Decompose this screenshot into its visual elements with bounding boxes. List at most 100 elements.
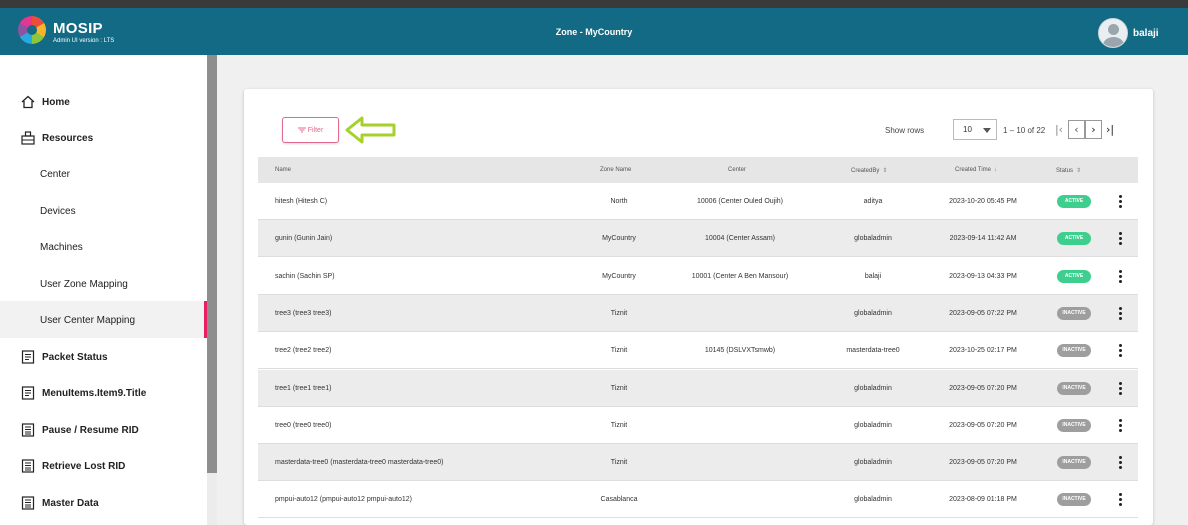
cell-name: pmpui-auto12 (pmpui-auto12 pmpui-auto12) <box>275 496 412 504</box>
sidebar-item-packet-status[interactable]: Packet Status <box>0 338 207 375</box>
master-data-icon <box>21 496 35 510</box>
sidebar-item-retrieve-lost-rid[interactable]: Retrieve Lost RID <box>0 447 207 484</box>
sidebar-scrollbar-thumb[interactable] <box>207 55 217 473</box>
more-options-icon[interactable] <box>1117 306 1123 321</box>
status-badge: ACTIVE <box>1057 232 1091 246</box>
column-header-label: Created Time <box>955 167 992 173</box>
table-row[interactable]: tree2 (tree2 tree2) Tiznit 10145 (DSLVXTsm… <box>258 332 1138 370</box>
sidebar-item-machines[interactable]: Machines <box>0 228 207 265</box>
page-title: Zone - MyCountry <box>555 27 633 37</box>
more-options-icon[interactable] <box>1117 232 1123 246</box>
sidebar-item-label: Home <box>42 97 70 108</box>
cell-zone-name: Tiznit <box>610 384 628 392</box>
sidebar-item-devices[interactable]: Devices <box>0 192 207 229</box>
cell-created-by: aditya <box>863 198 883 205</box>
cell-created-by: globaladmin <box>854 496 892 504</box>
user-avatar[interactable] <box>1098 18 1128 48</box>
rows-per-page-select[interactable]: 10 <box>953 119 997 140</box>
status-badge: ACTIVE <box>1057 195 1091 208</box>
cell-zone-name: MyCountry <box>602 235 636 243</box>
sidebar-item-label: Packet Status <box>42 352 108 363</box>
column-header-created-by[interactable]: CreatedBy ⇕ <box>851 167 887 174</box>
cell-center: 10004 (Center Assam) <box>704 235 776 243</box>
cell-created-time: 2023-09-14 11:42 AM <box>949 235 1017 243</box>
more-options-icon[interactable] <box>1117 344 1123 358</box>
last-page-icon[interactable]: ›| <box>1103 120 1117 139</box>
menu-item-icon <box>21 386 35 400</box>
cell-name: sachin (Sachin SP) <box>275 272 335 280</box>
cell-zone-name: MyCountry <box>602 272 636 280</box>
more-options-icon[interactable] <box>1117 456 1123 470</box>
annotation-arrow-icon <box>345 116 396 144</box>
table-row[interactable]: sachin (Sachin SP) MyCountry 10001 (Center… <box>258 257 1138 295</box>
cell-created-by: globaladmin <box>854 309 892 317</box>
sidebar-item-pause-resume-rid[interactable]: Pause / Resume RID <box>0 411 207 448</box>
sidebar-item-label: Devices <box>40 206 76 217</box>
table-row[interactable]: tree3 (tree3 tree3) Tiznit globaladmin 2023… <box>258 294 1138 332</box>
column-header-zone-name[interactable]: Zone Name <box>600 167 631 173</box>
more-options-icon[interactable] <box>1117 493 1123 507</box>
more-options-icon[interactable] <box>1117 418 1123 433</box>
username[interactable]: balaji <box>1133 28 1159 39</box>
table-row[interactable]: hitesh (Hitesh C) North 10006 (Center Oule… <box>258 183 1138 220</box>
cell-created-by: globaladmin <box>854 384 892 392</box>
cell-created-time: 2023-08-09 01:18 PM <box>949 496 1017 504</box>
cell-zone-name: Tiznit <box>610 309 628 317</box>
cell-name: tree0 (tree0 tree0) <box>275 421 332 429</box>
filter-button[interactable]: Filter <box>282 117 339 143</box>
show-rows-label: Show rows <box>885 126 925 135</box>
cell-created-by: masterdata-tree0 <box>846 347 900 355</box>
first-page-icon[interactable]: |‹ <box>1053 120 1065 139</box>
sidebar-item-master-data[interactable]: Master Data <box>0 484 207 521</box>
cell-zone-name: Tiznit <box>610 347 628 355</box>
sidebar-item-label: Master Data <box>42 498 99 509</box>
more-options-icon[interactable] <box>1117 195 1123 209</box>
sidebar-item-label: User Zone Mapping <box>40 279 128 290</box>
cell-name: gunin (Gunin Jain) <box>275 235 333 243</box>
cell-zone-name: Tiznit <box>610 459 628 467</box>
table-row[interactable]: tree1 (tree1 tree1) Tiznit globaladmin 2023… <box>258 369 1138 407</box>
table-row[interactable]: pmpui-auto12 (pmpui-auto12 pmpui-auto12)… <box>258 481 1138 519</box>
column-header-created-time[interactable]: Created Time ↓ <box>955 167 997 173</box>
cell-created-time: 2023-09-13 04:33 PM <box>949 272 1017 280</box>
cell-created-time: 2023-09-05 07:22 PM <box>949 309 1017 317</box>
pause-resume-icon <box>21 423 35 437</box>
more-options-icon[interactable] <box>1117 269 1123 284</box>
sidebar-item-user-center-mapping[interactable]: User Center Mapping <box>0 301 207 338</box>
cell-center: 10006 (Center Ouled Oujih) <box>697 198 783 205</box>
sidebar-item-resources[interactable]: Resources <box>0 119 207 156</box>
cell-center: 10145 (DSLVXTsmwb) <box>704 347 776 355</box>
table-row[interactable]: gunin (Gunin Jain) MyCountry 10004 (Center… <box>258 220 1138 258</box>
sidebar-item-home[interactable]: Home <box>0 83 207 120</box>
packet-status-icon <box>21 350 35 364</box>
sidebar-item-label: Retrieve Lost RID <box>42 461 126 472</box>
status-badge: INACTIVE <box>1057 493 1091 507</box>
cell-created-time: 2023-09-05 07:20 PM <box>949 384 1017 392</box>
sidebar-item-user-zone-mapping[interactable]: User Zone Mapping <box>0 265 207 302</box>
cell-zone-name: Casablanca <box>600 496 638 504</box>
next-page-icon[interactable]: › <box>1085 120 1102 139</box>
table-row[interactable]: tree0 (tree0 tree0) Tiznit globaladmin 2023… <box>258 406 1138 444</box>
sidebar-item-menuitems-item9[interactable]: MenuItems.Item9.Title <box>0 374 207 411</box>
status-badge: INACTIVE <box>1057 381 1091 395</box>
top-strip <box>0 0 1188 8</box>
column-header-name[interactable]: Name <box>275 167 291 173</box>
status-badge: ACTIVE <box>1057 269 1091 283</box>
retrieve-rid-icon <box>21 459 35 473</box>
status-badge: INACTIVE <box>1057 344 1091 358</box>
sort-desc-icon[interactable]: ↓ <box>994 167 997 173</box>
rows-per-page-value: 10 <box>963 125 972 134</box>
column-header-status[interactable]: Status ⇕ <box>1056 167 1081 174</box>
filter-icon <box>297 127 306 133</box>
cell-created-time: 2023-10-20 05:45 PM <box>949 198 1017 205</box>
sort-icon[interactable]: ⇕ <box>1076 168 1081 174</box>
cell-name: hitesh (Hitesh C) <box>275 198 328 205</box>
column-header-label: CreatedBy <box>851 168 880 174</box>
app-header: MOSIP Admin UI version : LTS Zone - MyCo… <box>0 8 1188 55</box>
table-row[interactable]: masterdata-tree0 (masterdata-tree0 maste… <box>258 444 1138 482</box>
column-header-center[interactable]: Center <box>728 167 746 173</box>
prev-page-icon[interactable]: ‹ <box>1068 120 1085 139</box>
sidebar-item-center[interactable]: Center <box>0 155 207 192</box>
sort-icon[interactable]: ⇕ <box>882 168 887 174</box>
more-options-icon[interactable] <box>1117 381 1123 396</box>
